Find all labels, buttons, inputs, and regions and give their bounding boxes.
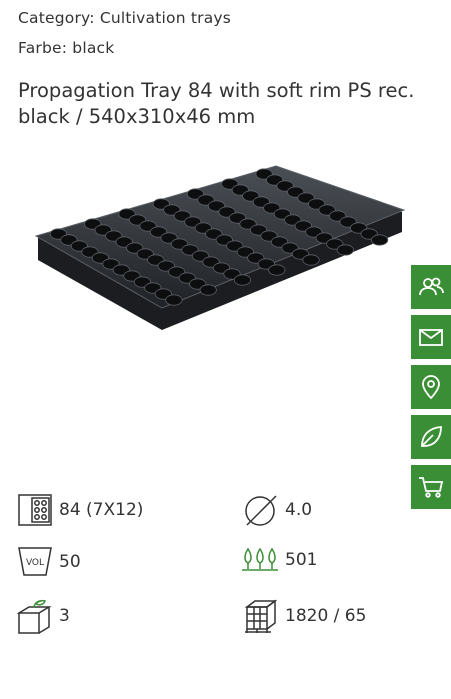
shopping-cart-icon xyxy=(419,477,444,498)
side-action-bar xyxy=(411,265,451,515)
spec-pallet: 1820 / 65 xyxy=(243,597,366,635)
tray-cell xyxy=(233,274,252,286)
spec-diameter: 4.0 xyxy=(243,492,312,528)
color-label: Farbe: black xyxy=(18,39,115,57)
volume-badge: VOL xyxy=(26,558,44,568)
tray-cells-icon xyxy=(18,494,52,526)
stack-value: 3 xyxy=(59,606,70,626)
pallet-value: 1820 / 65 xyxy=(285,606,367,626)
product-image xyxy=(30,160,410,350)
diameter-icon xyxy=(245,495,277,526)
spec-volume: VOL 50 xyxy=(17,545,81,579)
trees-icon xyxy=(242,547,278,571)
pallet-icon xyxy=(244,599,278,633)
location-pin-icon xyxy=(422,375,440,400)
mail-button[interactable] xyxy=(411,315,451,359)
mail-icon xyxy=(419,329,443,346)
sustainability-button[interactable] xyxy=(411,415,451,459)
tray-cell xyxy=(370,234,389,246)
cart-button[interactable] xyxy=(411,465,451,509)
leaf-icon xyxy=(421,426,442,447)
spec-plants: 501 xyxy=(241,545,317,575)
category-label: Category: Cultivation trays xyxy=(18,9,232,27)
box-sprout-icon xyxy=(17,599,52,634)
tray-cell xyxy=(268,264,286,276)
contact-people-icon xyxy=(419,277,444,296)
spec-stack: 3 xyxy=(17,597,70,635)
product-title: Propagation Tray 84 with soft rim PS rec… xyxy=(18,79,415,128)
location-button[interactable] xyxy=(411,365,451,409)
spec-cells: 84 (7X12) xyxy=(17,492,143,528)
tray-cell xyxy=(336,244,354,256)
plants-value: 501 xyxy=(285,550,318,570)
volume-value: 50 xyxy=(59,552,81,572)
tray-cell xyxy=(199,284,217,296)
tray-cell xyxy=(165,294,183,306)
tray-cell xyxy=(302,254,320,266)
cells-value: 84 (7X12) xyxy=(59,500,144,520)
volume-icon: VOL xyxy=(18,547,52,576)
diameter-value: 4.0 xyxy=(285,500,313,520)
contact-button[interactable] xyxy=(411,265,451,309)
